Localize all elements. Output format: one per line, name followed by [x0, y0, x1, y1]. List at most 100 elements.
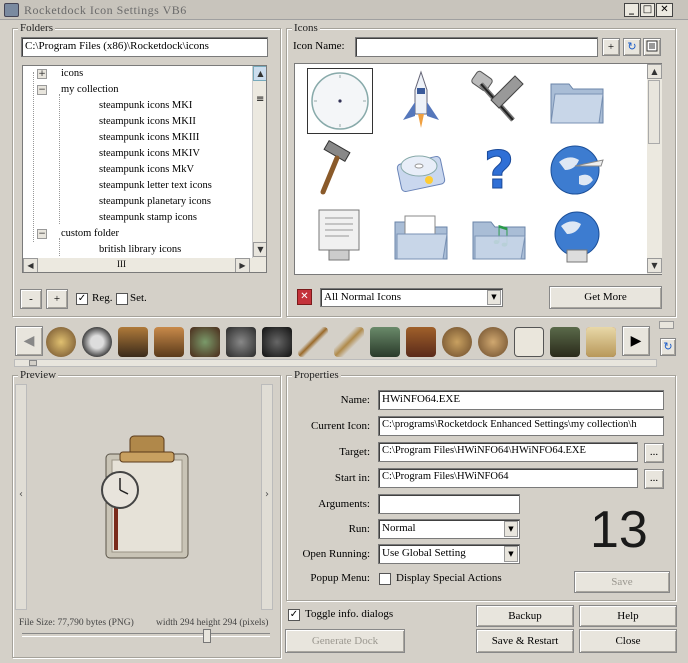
- hscroll-grip-icon[interactable]: III: [117, 259, 126, 269]
- scroll-down-icon[interactable]: ▼: [647, 258, 662, 273]
- folder-tree[interactable]: ▲ ≡ ▼ ◀ III ▶ + icons − my collection st…: [22, 65, 267, 273]
- dock-thumb-lamp-icon[interactable]: [118, 327, 148, 357]
- tree-hscrollbar[interactable]: ◀ III ▶: [23, 258, 266, 272]
- dock-thumb-scroll-icon[interactable]: [586, 327, 616, 357]
- dock-thumb-tools-icon[interactable]: [298, 327, 328, 357]
- strip-scroll-thumb[interactable]: [29, 360, 37, 366]
- music-folder-icon[interactable]: ♫: [467, 204, 531, 268]
- start-in-browse-button[interactable]: ...: [644, 469, 664, 489]
- documents-folder-icon[interactable]: [389, 204, 453, 268]
- preview-next-button[interactable]: ›: [261, 384, 273, 610]
- dock-thumb-easel-icon[interactable]: [550, 327, 580, 357]
- tree-item[interactable]: steampunk icons MKIII: [99, 132, 199, 143]
- close-button[interactable]: Close: [579, 629, 677, 653]
- generate-dock-button[interactable]: Generate Dock: [285, 629, 405, 653]
- icon-name-input[interactable]: [355, 37, 598, 57]
- add-icon-button[interactable]: +: [602, 38, 620, 56]
- dock-thumb-compass-icon[interactable]: [442, 327, 472, 357]
- target-input[interactable]: C:\Program Files\HWiNFO64\HWiNFO64.EXE: [378, 442, 638, 462]
- arguments-input[interactable]: [378, 494, 520, 514]
- scroll-grip-icon[interactable]: ≡: [256, 94, 264, 105]
- delete-icon[interactable]: ✕: [297, 289, 312, 305]
- space-shuttle-icon[interactable]: [389, 68, 453, 132]
- dock-thumb-wheel-icon[interactable]: [262, 327, 292, 357]
- scroll-up-icon[interactable]: ▲: [647, 64, 662, 79]
- scroll-left-icon[interactable]: ◀: [23, 258, 38, 272]
- folder-path-input[interactable]: C:\Program Files (x86)\Rocketdock\icons: [21, 37, 268, 57]
- tree-plus-button[interactable]: +: [46, 289, 68, 309]
- tree-item[interactable]: steampunk stamp icons: [99, 212, 197, 223]
- close-window-button[interactable]: ✕: [656, 3, 673, 17]
- icon-filter-select[interactable]: All Normal Icons ▼: [320, 288, 503, 307]
- maximize-button[interactable]: □: [640, 3, 655, 17]
- tree-minus-button[interactable]: -: [20, 289, 42, 309]
- tools-icon[interactable]: [467, 68, 531, 132]
- network-globe-icon[interactable]: [545, 204, 609, 268]
- open-running-select[interactable]: Use Global Setting ▼: [378, 544, 520, 564]
- dock-thumb-lamp2-icon[interactable]: [226, 327, 256, 357]
- toggle-info-checkbox[interactable]: ✓: [288, 609, 300, 621]
- tree-item[interactable]: british library icons: [99, 244, 181, 255]
- tree-item-custom-folder[interactable]: custom folder: [61, 228, 119, 239]
- dock-thumb-clipboard-selected-icon[interactable]: [514, 327, 544, 357]
- strip-left-button[interactable]: ◀: [15, 326, 43, 356]
- tree-collapser-icon[interactable]: −: [37, 85, 47, 95]
- name-input[interactable]: HWiNFO64.EXE: [378, 390, 664, 410]
- preview-slider-thumb[interactable]: [203, 629, 211, 643]
- scroll-right-icon[interactable]: ▶: [235, 258, 250, 272]
- dock-thumb-8ball-icon[interactable]: [82, 327, 112, 357]
- dock-thumb-globe-icon[interactable]: [190, 327, 220, 357]
- chevron-down-icon[interactable]: ▼: [504, 546, 518, 562]
- help-icon[interactable]: ?: [467, 136, 531, 202]
- preview-slider-track[interactable]: [22, 633, 270, 637]
- dock-thumb-wrench-icon[interactable]: [334, 327, 364, 357]
- strip-right-button[interactable]: ▶: [622, 326, 650, 356]
- chevron-down-icon[interactable]: ▼: [487, 290, 501, 305]
- tree-item-icons[interactable]: icons: [61, 68, 83, 79]
- strip-scrollbar[interactable]: [14, 359, 657, 367]
- backup-button[interactable]: Backup: [476, 605, 574, 627]
- save-restart-button[interactable]: Save & Restart: [476, 629, 574, 653]
- tree-item[interactable]: steampunk icons MKIV: [99, 148, 200, 159]
- minimize-button[interactable]: _: [624, 3, 639, 17]
- scroll-thumb[interactable]: [648, 80, 660, 144]
- dock-thumb-monitor-icon[interactable]: [370, 327, 400, 357]
- strip-up-icon[interactable]: [659, 321, 674, 329]
- current-icon-input[interactable]: C:\programs\Rocketdock Enhanced Settings…: [378, 416, 664, 436]
- save-button[interactable]: Save: [574, 571, 670, 593]
- tree-item-my-collection[interactable]: my collection: [61, 84, 118, 95]
- popup-menu-checkbox[interactable]: [379, 573, 391, 585]
- folder-icon[interactable]: [545, 68, 609, 132]
- get-more-button[interactable]: Get More: [549, 286, 662, 309]
- tree-item[interactable]: steampunk icons MkV: [99, 164, 194, 175]
- globe-icon[interactable]: [545, 136, 609, 200]
- disc-icon[interactable]: [389, 136, 453, 200]
- icon-grid[interactable]: ▲ ▼ ? ♫: [294, 63, 662, 275]
- target-browse-button[interactable]: ...: [644, 443, 664, 463]
- tree-item[interactable]: steampunk planetary icons: [99, 196, 211, 207]
- document-icon[interactable]: [309, 204, 373, 268]
- tree-vscrollbar[interactable]: ▲ ≡ ▼: [252, 66, 266, 258]
- scroll-down-icon[interactable]: ▼: [253, 242, 266, 257]
- preview-prev-button[interactable]: ‹: [15, 384, 27, 610]
- dock-thumb-clock-icon[interactable]: [478, 327, 508, 357]
- tree-item[interactable]: steampunk letter text icons: [99, 180, 212, 191]
- tree-item[interactable]: steampunk icons MKII: [99, 116, 196, 127]
- icon-grid-scrollbar[interactable]: ▲ ▼: [647, 64, 662, 274]
- refresh-icon[interactable]: ↻: [623, 38, 641, 56]
- start-in-input[interactable]: C:\Program Files\HWiNFO64: [378, 468, 638, 488]
- chevron-down-icon[interactable]: ▼: [504, 521, 518, 537]
- scroll-up-icon[interactable]: ▲: [253, 66, 266, 81]
- help-button[interactable]: Help: [579, 605, 677, 627]
- strip-refresh-icon[interactable]: ↻: [660, 338, 676, 356]
- set-checkbox[interactable]: [116, 293, 128, 305]
- dock-thumb-machine-icon[interactable]: [154, 327, 184, 357]
- reg-checkbox[interactable]: ✓: [76, 293, 88, 305]
- run-select[interactable]: Normal ▼: [378, 519, 520, 539]
- tree-collapser-icon[interactable]: −: [37, 229, 47, 239]
- list-view-icon[interactable]: [643, 38, 661, 56]
- dock-thumb-engine-icon[interactable]: [406, 327, 436, 357]
- tree-item[interactable]: steampunk icons MKI: [99, 100, 192, 111]
- tree-expander-icon[interactable]: +: [37, 69, 47, 79]
- hammer-icon[interactable]: [309, 136, 373, 200]
